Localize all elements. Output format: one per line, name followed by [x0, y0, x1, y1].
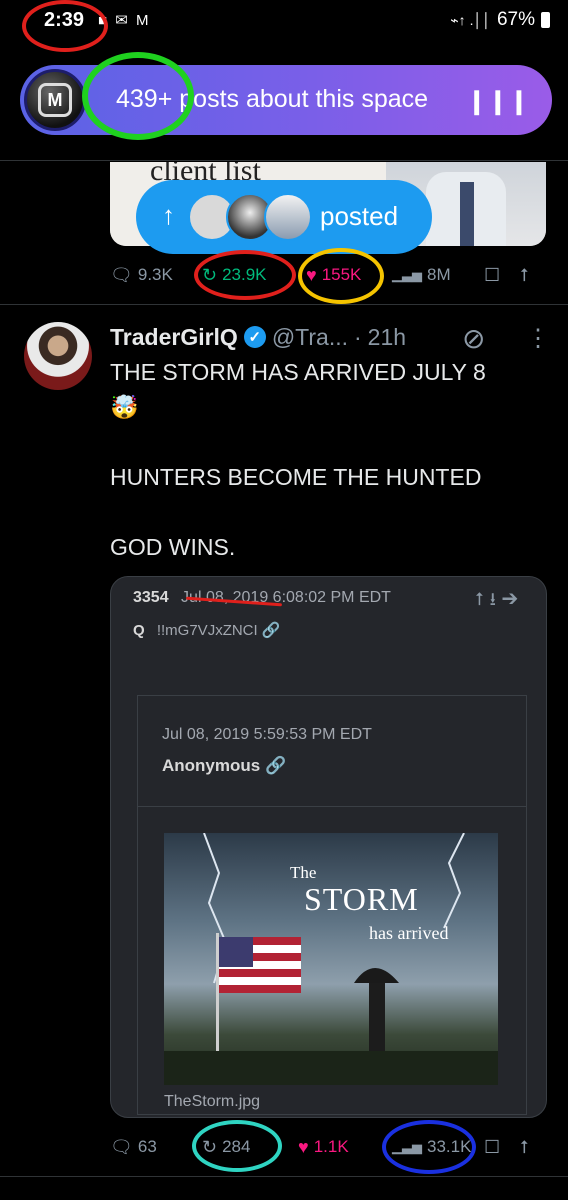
- reply-count: 63: [137, 1137, 157, 1156]
- share-icon: ⭡: [520, 264, 529, 285]
- divider: [0, 304, 568, 305]
- verified-badge-icon: ✓: [243, 326, 266, 348]
- post-line: THE STORM HAS ARRIVED JULY 8: [110, 359, 486, 385]
- post-line: HUNTERS BECOME THE HUNTED: [110, 464, 482, 490]
- reply-icon: 🗨: [110, 1136, 133, 1157]
- storm-image: The STORM has arrived: [164, 833, 498, 1085]
- post-text: THE STORM HAS ARRIVED JULY 8 🤯 HUNTERS B…: [110, 355, 550, 565]
- annotation-circle: [82, 52, 194, 140]
- storm-illustration: [164, 833, 498, 1085]
- divider: [0, 160, 568, 161]
- reply-icon: 🗨: [110, 264, 133, 285]
- annotation-circle: [382, 1120, 476, 1174]
- post-line: GOD WINS.: [110, 534, 236, 560]
- card-tripcode: !!mG7VJxZNCI: [156, 622, 258, 639]
- audio-bars-icon: ❙❙❙: [466, 88, 530, 115]
- wifi-signal-icon: ⌁↑ .││: [450, 11, 491, 28]
- post-header: TraderGirlQ ✓ @Tra... · 21h: [110, 322, 406, 352]
- author-name[interactable]: TraderGirlQ: [110, 324, 238, 351]
- views-button[interactable]: ▁▃▅ 8M: [392, 260, 451, 290]
- link-icon: 🔗: [261, 622, 281, 639]
- posted-label: posted: [320, 201, 399, 231]
- bookmark-icon: ☐: [484, 1136, 501, 1157]
- views-icon: ▁▃▅: [392, 267, 422, 282]
- post-line: [110, 495, 550, 530]
- author-handle[interactable]: @Tra...: [272, 324, 348, 351]
- bookmark-button[interactable]: ☐: [484, 260, 500, 290]
- space-logo-icon: M: [38, 83, 72, 117]
- image-caption: The: [290, 863, 317, 882]
- image-filename: TheStorm.jpg: [164, 1093, 261, 1110]
- bookmark-button[interactable]: ☐: [484, 1132, 500, 1162]
- annotation-circle: [192, 1120, 282, 1172]
- avatar: [264, 193, 312, 241]
- post-line: 🤯: [110, 394, 139, 420]
- inner-date: Jul 08, 2019 5:59:53 PM EDT: [162, 726, 372, 743]
- avatar[interactable]: [24, 322, 92, 390]
- annotation-circle: [22, 0, 108, 52]
- annotation-circle: [194, 250, 296, 300]
- card-header-icons: ⭡⭳➔: [475, 587, 524, 617]
- inner-author: Anonymous 🔗: [162, 756, 287, 775]
- views-count: 8M: [427, 265, 451, 284]
- new-posts-pill[interactable]: ↑ posted: [136, 180, 432, 254]
- image-caption: STORM: [304, 881, 419, 917]
- heart-icon: ♥: [298, 1136, 309, 1157]
- arrow-right-icon: ➔: [501, 589, 524, 609]
- reply-button[interactable]: 🗨 63: [110, 1132, 157, 1162]
- like-count: 1.1K: [313, 1137, 349, 1156]
- post-separator: ·: [354, 323, 362, 350]
- arrow-up-icon: ↑: [162, 200, 175, 230]
- card-author: Q: [133, 622, 145, 639]
- bookmark-icon: ☐: [484, 264, 501, 285]
- battery-icon: [541, 12, 550, 28]
- space-host-avatar[interactable]: M: [24, 69, 86, 131]
- post-actions: 🗨 63 ↻ 284 ♥ 1.1K ▁▃▅ 33.1K ☐ ⭡: [110, 1132, 550, 1162]
- share-icon: ⭡: [475, 589, 490, 609]
- card-author-row: Q !!mG7VJxZNCI 🔗: [133, 621, 281, 639]
- more-options-icon[interactable]: ⋮: [526, 324, 550, 353]
- reply-count: 9.3K: [137, 265, 173, 284]
- download-icon: ⭳: [489, 589, 502, 609]
- reply-button[interactable]: 🗨 9.3K: [110, 260, 173, 290]
- status-right: ⌁↑ .││ 67%: [450, 9, 550, 31]
- grok-icon[interactable]: ⊘: [462, 322, 485, 355]
- post-line: [110, 425, 550, 460]
- share-button[interactable]: ⭡: [520, 260, 528, 290]
- share-icon: ⭡: [520, 1136, 529, 1157]
- like-button[interactable]: ♥ 1.1K: [298, 1132, 349, 1162]
- link-icon: 🔗: [264, 756, 287, 775]
- share-button[interactable]: ⭡: [520, 1132, 528, 1162]
- divider: [138, 806, 526, 807]
- image-caption: has arrived: [369, 923, 449, 943]
- post-time[interactable]: 21h: [368, 324, 406, 351]
- battery-percent: 67%: [496, 9, 535, 30]
- post-media-card[interactable]: 3354 Jul 08, 2019 6:08:02 PM EDT ⭡⭳➔ Q !…: [110, 576, 547, 1118]
- divider: [0, 1176, 568, 1177]
- annotation-circle: [298, 248, 384, 304]
- post-number: 3354: [133, 589, 169, 606]
